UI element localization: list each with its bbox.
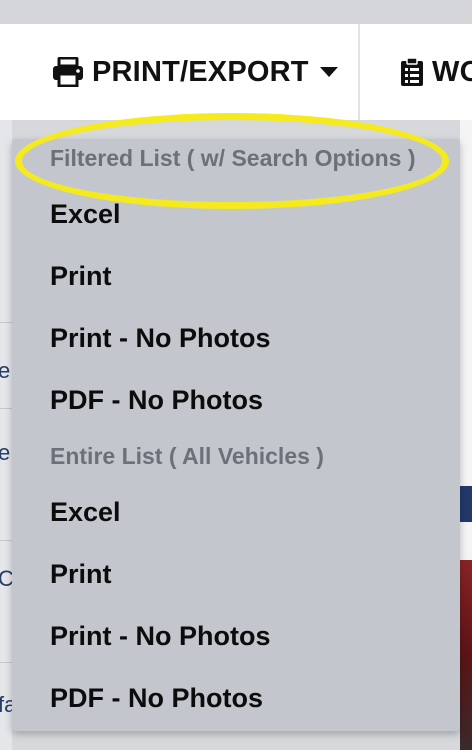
print-export-label: PRINT/EXPORT <box>92 55 309 88</box>
print-export-button[interactable]: PRINT/EXPORT <box>52 24 339 120</box>
work-button[interactable]: WO <box>400 24 472 120</box>
top-strip <box>0 0 472 24</box>
print-export-dropdown: Filtered List ( w/ Search Options ) Exce… <box>12 139 460 731</box>
toolbar: PRINT/EXPORT WO <box>0 24 472 121</box>
filtered-excel-item[interactable]: Excel <box>50 199 121 230</box>
background-vehicle-photo <box>460 560 472 750</box>
entire-pdf-no-photos-item[interactable]: PDF - No Photos <box>50 683 263 714</box>
background-divider <box>0 662 12 663</box>
entire-print-item[interactable]: Print <box>50 559 112 590</box>
clipboard-list-icon <box>400 57 424 87</box>
entire-excel-item[interactable]: Excel <box>50 497 121 528</box>
filtered-pdf-no-photos-item[interactable]: PDF - No Photos <box>50 385 263 416</box>
work-label: WO <box>432 55 472 88</box>
background-text: e <box>0 440 11 465</box>
entire-list-header: Entire List ( All Vehicles ) <box>50 443 324 469</box>
caret-down-icon <box>319 66 339 78</box>
background-divider <box>0 540 12 541</box>
page: PRINT/EXPORT WO <box>0 0 472 750</box>
filtered-print-item[interactable]: Print <box>50 261 112 292</box>
filtered-print-no-photos-item[interactable]: Print - No Photos <box>50 323 270 354</box>
background-divider <box>0 408 12 409</box>
background-left-column <box>0 120 12 750</box>
background-text: e <box>0 358 11 383</box>
background-divider <box>0 322 12 323</box>
entire-print-no-photos-item[interactable]: Print - No Photos <box>50 621 270 652</box>
filtered-list-header: Filtered List ( w/ Search Options ) <box>50 145 416 171</box>
printer-icon <box>52 57 84 87</box>
background-blue-button <box>460 486 472 522</box>
toolbar-divider <box>358 24 360 120</box>
